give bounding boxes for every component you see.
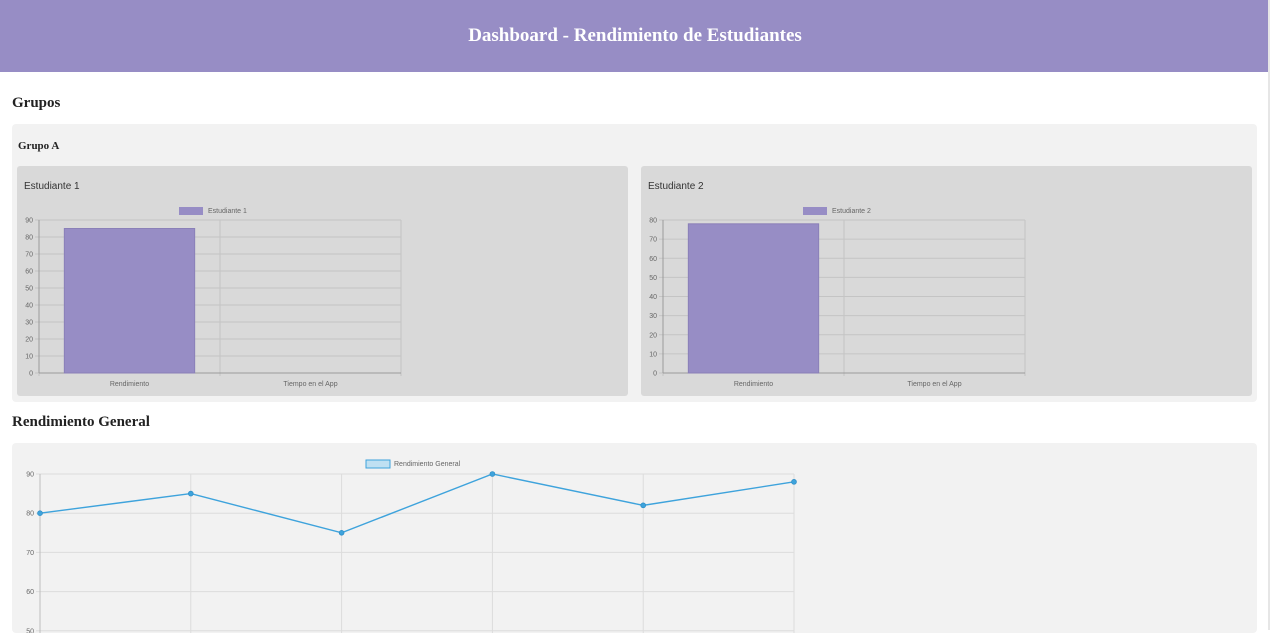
y-tick-label: 90 bbox=[26, 472, 34, 479]
bar bbox=[687, 223, 820, 374]
group-panel: Grupo A Estudiante 1 0 10 20 30 40 50 60 70 80 90… bbox=[12, 124, 1257, 402]
y-tick-label: 60 bbox=[25, 269, 33, 276]
general-chart-panel: 50 60 70 80 90 Rendimiento General bbox=[12, 443, 1257, 633]
general-section-title: Rendimiento General bbox=[12, 414, 150, 430]
y-tick-label: 70 bbox=[649, 237, 657, 244]
student-bar-chart: 0 10 20 30 40 50 60 70 80 90 Rendimiento Tiempo en … bbox=[25, 207, 402, 388]
y-tick-label: 10 bbox=[25, 354, 33, 361]
group-title: Grupo A bbox=[18, 140, 60, 152]
legend-label: Estudiante 1 bbox=[208, 208, 247, 215]
y-tick-label: 30 bbox=[25, 320, 33, 327]
student-bar-chart: 0 10 20 30 40 50 60 70 80 Rendimiento Tiempo en el… bbox=[649, 207, 1026, 388]
y-tick-label: 70 bbox=[25, 252, 33, 259]
dashboard-header: Dashboard - Rendimiento de Estudiantes bbox=[0, 0, 1270, 72]
student-card: Estudiante 2 0 10 20 30 40 50 60 70 80 Rendimient… bbox=[641, 166, 1252, 396]
legend-swatch bbox=[365, 459, 391, 469]
x-tick-label: Rendimiento bbox=[734, 381, 773, 388]
y-tick-label: 20 bbox=[649, 332, 657, 339]
data-point bbox=[338, 530, 345, 536]
groups-section-title: Grupos bbox=[12, 95, 61, 111]
y-tick-label: 60 bbox=[26, 589, 34, 596]
data-point bbox=[640, 502, 646, 509]
y-tick-label: 40 bbox=[649, 294, 657, 301]
y-tick-label: 10 bbox=[649, 351, 657, 358]
x-tick-label: Tiempo en el App bbox=[283, 381, 337, 388]
data-point bbox=[489, 471, 496, 477]
general-line-chart: 50 60 70 80 90 Rendimiento General bbox=[26, 459, 797, 633]
y-tick-label: 80 bbox=[26, 511, 34, 518]
y-tick-label: 40 bbox=[25, 303, 33, 310]
y-tick-label: 60 bbox=[649, 256, 657, 263]
page-title: Dashboard - Rendimiento de Estudiantes bbox=[468, 25, 802, 46]
y-tick-label: 20 bbox=[25, 337, 33, 344]
legend-label: Rendimiento General bbox=[394, 461, 461, 468]
y-tick-label: 50 bbox=[25, 286, 33, 293]
bar bbox=[63, 228, 196, 374]
series-line bbox=[39, 473, 795, 534]
y-tick-label: 50 bbox=[26, 628, 34, 633]
y-tick-label: 70 bbox=[26, 550, 34, 557]
legend-swatch bbox=[179, 207, 203, 215]
y-tick-label: 80 bbox=[25, 235, 33, 242]
y-tick-label: 80 bbox=[649, 218, 657, 225]
legend-label: Estudiante 2 bbox=[832, 208, 871, 215]
legend-swatch bbox=[803, 207, 827, 215]
x-tick-label: Tiempo en el App bbox=[907, 381, 961, 388]
student-card: Estudiante 1 0 10 20 30 40 50 60 70 80 90 Rendimie… bbox=[17, 166, 628, 396]
y-tick-label: 0 bbox=[29, 371, 33, 378]
x-tick-label: Rendimiento bbox=[110, 381, 149, 388]
data-point bbox=[37, 510, 43, 516]
data-point bbox=[791, 479, 797, 485]
y-tick-label: 90 bbox=[25, 218, 33, 225]
y-tick-label: 0 bbox=[653, 371, 657, 378]
data-point bbox=[188, 490, 194, 497]
y-tick-label: 50 bbox=[649, 275, 657, 282]
y-tick-label: 30 bbox=[649, 313, 657, 320]
